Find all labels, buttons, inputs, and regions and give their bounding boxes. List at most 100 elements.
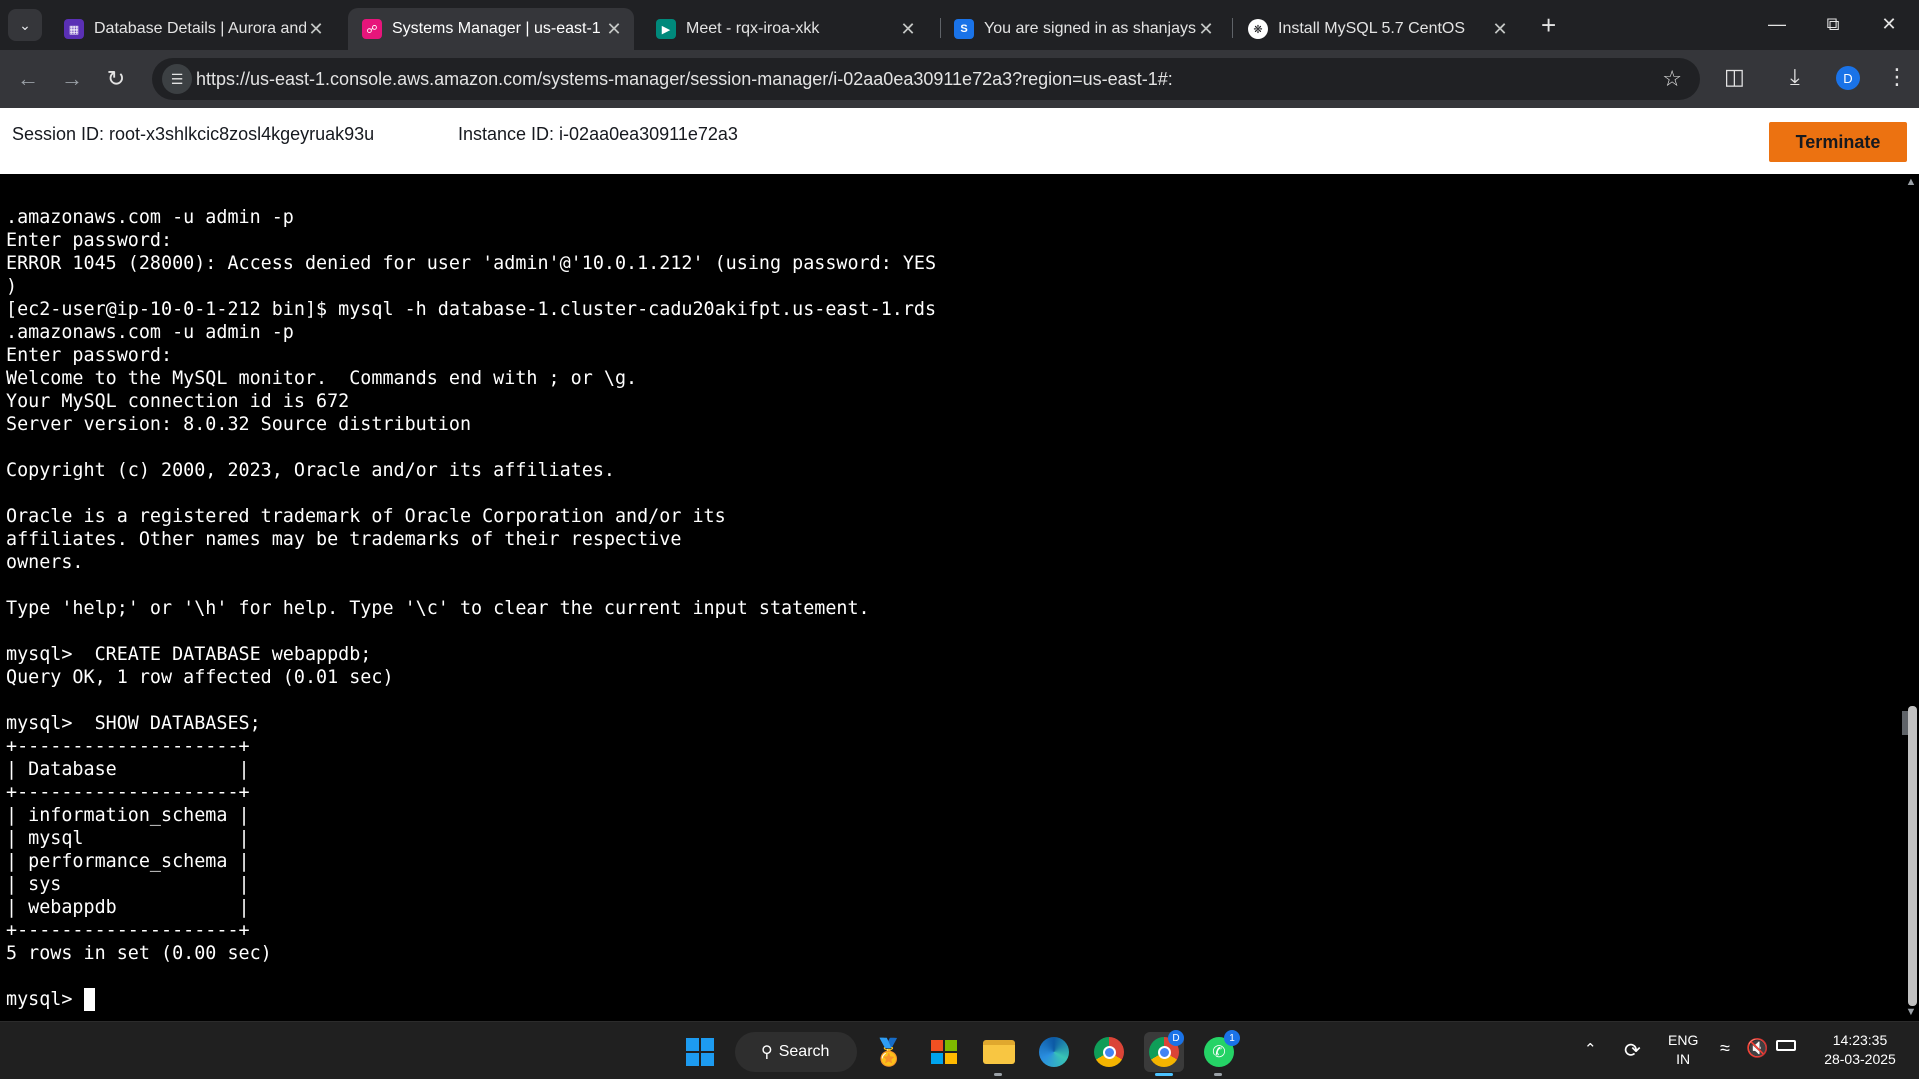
terminal-line: mysql> SHOW DATABASES; <box>6 713 261 734</box>
scrollbar-thumb[interactable] <box>1908 706 1917 1006</box>
windows-taskbar: ⚲ Search 🏅 D ✆ 1 ⌃ ⟳ ENG IN ≈ 🔇 14:23:35… <box>0 1021 1919 1079</box>
close-tab-icon[interactable]: ✕ <box>898 19 918 40</box>
tab-separator <box>1232 18 1233 38</box>
menu-icon[interactable]: ⋮ <box>1886 64 1908 90</box>
terminal-line: Query OK, 1 row affected (0.01 sec) <box>6 667 394 688</box>
tab-database-details[interactable]: ▦ Database Details | Aurora and R ✕ <box>50 8 336 50</box>
terminal-line: | sys | <box>6 874 250 895</box>
terminal-line: [ec2-user@ip-10-0-1-212 bin]$ mysql -h d… <box>6 299 937 320</box>
profile-avatar[interactable]: D <box>1836 66 1860 90</box>
s-icon: S <box>954 19 974 39</box>
tab-search-button[interactable]: ⌄ <box>8 9 42 41</box>
tab-signed-in[interactable]: S You are signed in as shanjaysb ✕ <box>940 8 1226 50</box>
running-indicator <box>1214 1073 1222 1076</box>
windows-logo-icon <box>701 1038 714 1051</box>
scroll-down-icon[interactable]: ▼ <box>1905 1006 1917 1018</box>
search-icon: ⚲ <box>761 1044 773 1061</box>
chrome-profile-badge: D <box>1168 1030 1184 1046</box>
taskbar-search[interactable]: ⚲ Search <box>735 1032 857 1072</box>
scroll-up-icon[interactable]: ▲ <box>1905 176 1917 188</box>
terminal-line: ERROR 1045 (28000): Access denied for us… <box>6 253 937 274</box>
windows-logo-icon <box>686 1038 699 1051</box>
terminal-line: ) <box>6 276 18 297</box>
terminal-line: Welcome to the MySQL monitor. Commands e… <box>6 368 638 389</box>
speaker-muted-icon[interactable]: 🔇 <box>1746 1038 1768 1059</box>
file-explorer-icon[interactable] <box>979 1032 1019 1072</box>
close-window-button[interactable]: ✕ <box>1866 8 1912 40</box>
language-indicator[interactable]: ENG IN <box>1668 1031 1698 1069</box>
restore-button[interactable]: ⧉ <box>1810 8 1856 40</box>
session-header: Session ID: root-x3shlkcic8zosl4kgeyruak… <box>0 108 1919 174</box>
terminal-prompt-line[interactable]: mysql> <box>6 988 1902 1011</box>
tab-install-mysql[interactable]: ❋ Install MySQL 5.7 CentOS ✕ <box>1234 8 1520 50</box>
forward-button[interactable]: → <box>56 63 88 95</box>
chevron-up-icon[interactable]: ⌃ <box>1584 1040 1597 1058</box>
wifi-icon[interactable]: ≈ <box>1720 1038 1730 1059</box>
terminal-line: Type 'help;' or '\h' for help. Type '\c'… <box>6 598 870 619</box>
address-bar[interactable]: ☰ https://us-east-1.console.aws.amazon.c… <box>152 58 1700 100</box>
systems-manager-icon: ☍ <box>362 19 382 39</box>
active-indicator <box>1155 1073 1173 1076</box>
battery-icon[interactable] <box>1776 1040 1796 1051</box>
running-indicator <box>994 1073 1002 1076</box>
terminal-line: | information_schema | <box>6 805 250 826</box>
terminal-line: mysql> CREATE DATABASE webappdb; <box>6 644 372 665</box>
terminal-line: Copyright (c) 2000, 2023, Oracle and/or … <box>6 460 615 481</box>
site-info-icon[interactable]: ☰ <box>162 64 192 94</box>
close-tab-icon[interactable]: ✕ <box>604 19 624 40</box>
terminal-line: Enter password: <box>6 345 173 366</box>
session-id: Session ID: root-x3shlkcic8zosl4kgeyruak… <box>12 124 375 144</box>
terminal-line: | webappdb | <box>6 897 250 918</box>
microsoft-store-icon[interactable] <box>924 1032 964 1072</box>
tab-google-meet[interactable]: ▶ Meet - rqx-iroa-xkk ✕ <box>642 8 928 50</box>
back-button[interactable]: ← <box>12 63 44 95</box>
tab-systems-manager[interactable]: ☍ Systems Manager | us-east-1 ✕ <box>348 8 634 50</box>
terminal-line: owners. <box>6 552 84 573</box>
minimize-button[interactable]: — <box>1754 8 1800 40</box>
bookmark-star-icon[interactable]: ☆ <box>1662 66 1682 92</box>
start-button[interactable] <box>686 1038 714 1066</box>
edge-icon[interactable] <box>1034 1032 1074 1072</box>
close-tab-icon[interactable]: ✕ <box>1490 19 1510 40</box>
terminal-line: | mysql | <box>6 828 250 849</box>
mysql-prompt: mysql> <box>6 989 84 1010</box>
openai-icon: ❋ <box>1248 19 1268 39</box>
terminal-line: .amazonaws.com -u admin -p <box>6 322 294 343</box>
close-tab-icon[interactable]: ✕ <box>1196 19 1216 40</box>
download-icon[interactable]: ⤓ <box>1790 64 1800 90</box>
terminal-output[interactable]: .amazonaws.com -u admin -p Enter password… <box>0 174 1902 1021</box>
terminal-scrollbar[interactable]: ▲ ▼ <box>1902 174 1919 1021</box>
browser-tab-strip: ⌄ ▦ Database Details | Aurora and R ✕ ☍ … <box>0 0 1919 50</box>
system-clock[interactable]: 14:23:35 28-03-2025 <box>1810 1031 1910 1069</box>
region-code: IN <box>1676 1051 1691 1067</box>
terminal-line: Oracle is a registered trademark of Orac… <box>6 506 726 527</box>
chrome-icon[interactable] <box>1089 1032 1129 1072</box>
terminal-line: Enter password: <box>6 230 173 251</box>
terminal-line: Your MySQL connection id is 672 <box>6 391 350 412</box>
text-cursor <box>83 988 95 1011</box>
terminal-line: 5 rows in set (0.00 sec) <box>6 943 272 964</box>
extensions-icon[interactable]: ◫ <box>1724 64 1745 90</box>
clock-time: 14:23:35 <box>1832 1032 1888 1048</box>
whatsapp-badge: 1 <box>1224 1030 1240 1046</box>
chevron-down-icon: ⌄ <box>19 16 31 33</box>
close-tab-icon[interactable]: ✕ <box>306 19 326 40</box>
windows-logo-icon <box>686 1053 699 1066</box>
clock-date: 28-03-2025 <box>1824 1051 1896 1067</box>
language-code: ENG <box>1668 1032 1699 1048</box>
new-tab-button[interactable]: + <box>1541 12 1556 38</box>
url-text[interactable]: https://us-east-1.console.aws.amazon.com… <box>196 69 1173 90</box>
windows-logo-icon <box>701 1053 714 1066</box>
terminal-line: +--------------------+ <box>6 782 250 803</box>
sync-icon[interactable]: ⟳ <box>1624 1038 1641 1063</box>
reload-button[interactable]: ↻ <box>100 63 132 95</box>
terminal-line: .amazonaws.com -u admin -p <box>6 207 294 228</box>
widgets-icon[interactable]: 🏅 <box>869 1032 909 1072</box>
terminate-button[interactable]: Terminate <box>1769 122 1907 162</box>
